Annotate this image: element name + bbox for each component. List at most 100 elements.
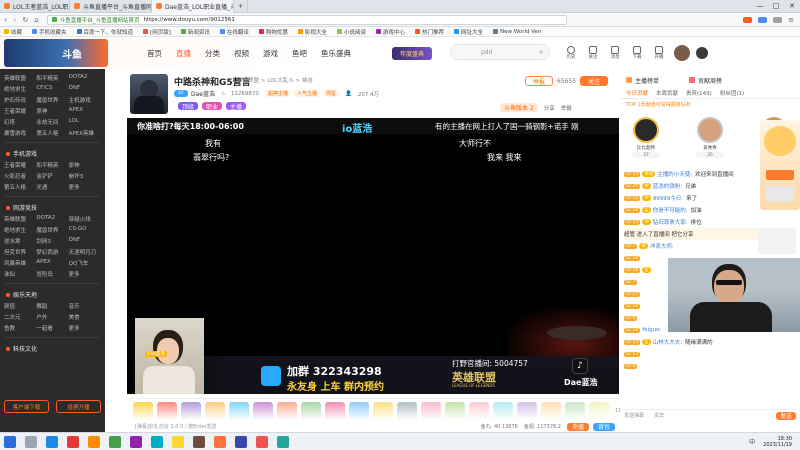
sidebar-category-item[interactable]: 炉石传说 <box>4 96 36 104</box>
sidebar-category-item[interactable]: 绝地求生 <box>4 85 36 93</box>
minimize-button[interactable]: — <box>752 2 768 10</box>
follow-list-button[interactable]: 关注 <box>584 46 602 60</box>
sidebar-section-title[interactable]: 网游竞技 <box>6 203 105 212</box>
gift-item[interactable] <box>325 401 345 420</box>
bookmark-item[interactable]: 新闻资讯 <box>180 28 210 36</box>
sidebar-category-item[interactable]: 鱼教 <box>4 324 36 332</box>
sidebar-category-item[interactable]: 坦克世界 <box>4 248 36 256</box>
site-logo[interactable]: 斗鱼 <box>4 39 108 67</box>
nav-fishbar[interactable]: 鱼吧 <box>292 48 307 59</box>
sidebar-category-item[interactable]: 和平精英 <box>36 161 68 169</box>
recharge-button[interactable]: 充值 <box>567 422 589 431</box>
extension-icon[interactable] <box>743 16 753 23</box>
gift-item[interactable] <box>541 401 561 420</box>
sidebar-category-item[interactable]: 英雄联盟 <box>4 74 36 82</box>
subtab-fans[interactable]: 粉丝团(1) <box>720 89 744 97</box>
messages-button[interactable]: 消息 <box>606 46 624 60</box>
tab-contribution-week[interactable]: 贡献周榜 <box>689 76 722 85</box>
sidebar-section-title[interactable]: 娱乐天地 <box>6 290 105 299</box>
anchor-name[interactable]: Dae蓝浩 <box>191 89 215 98</box>
sidebar-section-title[interactable]: 手机游戏 <box>6 149 105 158</box>
chat-username[interactable]: feiguo: <box>642 327 661 333</box>
sidebar-category-item[interactable]: 幻塔 <box>4 118 36 126</box>
tab-anchor-rank[interactable]: 主播榜单 <box>626 76 659 85</box>
back-icon[interactable]: ‹ <box>4 15 7 24</box>
bookmark-item[interactable]: 手机收藏夹 <box>32 28 67 36</box>
bookmark-item[interactable]: 购物优惠 <box>258 28 288 36</box>
cast-live-button[interactable]: 投屏开播 <box>56 400 101 413</box>
sidebar-category-item[interactable]: 绝地求生 <box>4 226 36 234</box>
go-live-button[interactable]: 开播 <box>650 46 668 60</box>
gift-item[interactable] <box>181 401 201 420</box>
side-widget[interactable] <box>758 228 796 254</box>
floating-activity-widget[interactable] <box>760 120 800 210</box>
input-method-indicator[interactable]: 中 <box>749 437 755 446</box>
taskbar-app-icon[interactable] <box>46 435 58 448</box>
sidebar-category-item[interactable]: 一起看 <box>36 324 68 332</box>
sidebar-category-item[interactable]: APEX <box>36 259 68 267</box>
bookmark-item[interactable]: 收藏 <box>4 28 22 36</box>
gift-item[interactable] <box>205 401 225 420</box>
sidebar-category-item[interactable]: 逆水寒 <box>4 237 36 245</box>
browser-tab[interactable]: LOL王者蓝浩_LOL职业直播视频 <box>0 0 70 13</box>
sidebar-category-item[interactable]: 户外 <box>36 313 68 321</box>
sidebar-category-item[interactable]: 冒险岛 <box>36 270 68 278</box>
report-link[interactable]: 举报 <box>561 104 572 112</box>
nav-game[interactable]: 游戏 <box>263 48 278 59</box>
sidebar-category-item[interactable]: 天涯明月刀 <box>69 248 101 256</box>
rank-user[interactable]: 爱秀秀 35 <box>690 117 730 159</box>
browser-tab[interactable]: 斗鱼直播平台_斗鱼直播网站首页 <box>70 0 152 13</box>
gift-item[interactable] <box>229 401 249 420</box>
follow-button[interactable]: 关注 <box>580 76 609 86</box>
sidebar-category-item[interactable]: 主机游戏 <box>69 96 101 104</box>
sidebar-category-item[interactable]: DNF <box>69 237 101 245</box>
bookmark-item[interactable]: 百度一下，你就知道 <box>76 28 133 36</box>
bookmark-item[interactable]: 小说阅读 <box>336 28 366 36</box>
search-input[interactable]: pdd <box>481 49 492 56</box>
sidebar-category-item[interactable]: 剑网3 <box>36 237 68 245</box>
subtab-today[interactable]: 今日贡献 <box>626 89 648 97</box>
danmu-input[interactable]: [弹幕]非礼勿言 2.0.0 / 按Enter发送 <box>135 423 217 430</box>
sidebar-category-item[interactable]: 舞蹈 <box>36 302 68 310</box>
subtab-week[interactable]: 本周贡献 <box>656 89 678 97</box>
subtab-vip[interactable]: 贵宾(149) <box>686 89 712 97</box>
chat-send-button[interactable]: 发送 <box>776 411 796 420</box>
home-icon[interactable]: ⌂ <box>34 16 38 24</box>
nav-festival[interactable]: 鱼乐盛典 <box>321 48 351 59</box>
vip-link[interactable]: 贵宾 <box>654 412 664 419</box>
sidebar-category-item[interactable]: LOL <box>69 118 101 126</box>
gift-item[interactable] <box>589 401 609 420</box>
sidebar-category-item[interactable]: APEX <box>69 107 101 115</box>
sidebar-category-item[interactable]: 第五人格 <box>4 183 36 191</box>
url-field[interactable]: 斗鱼直播平台_斗鱼直播网站首页 https://www.douyu.com/90… <box>46 14 567 25</box>
chat-username[interactable]: 99999今日: <box>653 194 683 202</box>
gift-item[interactable] <box>301 401 321 420</box>
sidebar-category-item[interactable]: QQ飞车 <box>69 259 101 267</box>
backpack-button[interactable]: 背包 <box>593 422 615 431</box>
sidebar-category-item[interactable]: 金铲铲 <box>36 172 68 180</box>
room-badge[interactable]: 人气主播 <box>293 90 320 97</box>
gift-item[interactable] <box>373 401 393 420</box>
gift-item[interactable] <box>421 401 441 420</box>
sidebar-category-item[interactable]: 英雄联盟 <box>4 215 36 223</box>
sidebar-category-item[interactable]: 崩坏3 <box>69 172 101 180</box>
browser-tab-active[interactable]: Dae蓝浩_LOL职业直播_斗鱼直播 <box>152 0 234 13</box>
taskbar-app-icon[interactable] <box>256 435 268 448</box>
gift-item[interactable] <box>517 401 537 420</box>
refresh-icon[interactable]: ↻ <box>22 16 28 24</box>
sidebar-category-item[interactable]: APEX英雄 <box>69 129 101 137</box>
sidebar-category-item[interactable]: 更多 <box>69 324 101 332</box>
chat-username[interactable]: 你是不可能的: <box>653 206 688 214</box>
sidebar-category-item[interactable]: CS:GO <box>69 226 101 234</box>
settings-icon[interactable] <box>696 47 708 59</box>
sidebar-category-item[interactable]: 更多 <box>69 270 101 278</box>
chat-username[interactable]: 钻石尊贵大家: <box>653 218 688 226</box>
sidebar-category-item[interactable]: 颜值 <box>4 302 36 310</box>
sidebar-category-item[interactable]: 暴雪游戏 <box>4 129 36 137</box>
bookmark-item[interactable]: 热门推荐 <box>414 28 444 36</box>
rank-user[interactable]: 比比超特 37 <box>626 117 666 159</box>
taskbar-app-icon[interactable] <box>277 435 289 448</box>
room-category-breadcrumb[interactable]: 英雄联盟 > LOL大乱斗 > 峡谷 <box>237 76 313 84</box>
sidebar-category-item[interactable]: 王者荣耀 <box>4 107 36 115</box>
taskbar-app-icon[interactable] <box>151 435 163 448</box>
